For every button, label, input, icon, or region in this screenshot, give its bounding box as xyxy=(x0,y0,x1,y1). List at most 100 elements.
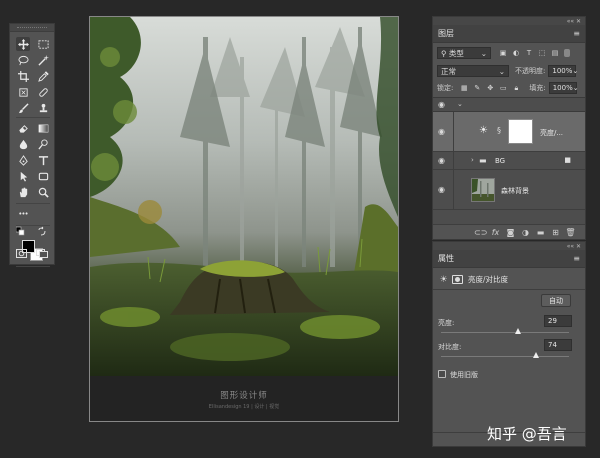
lock-artboard-icon[interactable]: ▭ xyxy=(498,83,508,93)
chevron-down-icon: ⌄ xyxy=(572,67,579,75)
move-tool-icon[interactable] xyxy=(16,37,30,51)
default-colors-icon[interactable] xyxy=(16,226,25,236)
filter-type-select[interactable]: ⚲ 类型 ⌄ xyxy=(437,47,491,59)
frame-tool-icon[interactable] xyxy=(16,85,30,99)
shape-filter-icon[interactable]: ⬚ xyxy=(537,48,547,58)
layer-row-brightness[interactable]: ◉ ☀ § 亮度/... xyxy=(433,112,585,152)
swap-colors-icon[interactable] xyxy=(38,226,47,236)
fill-label: 填充: xyxy=(529,84,546,92)
eye-icon[interactable]: ◉ xyxy=(438,157,448,165)
lock-all-icon[interactable]: 🔒︎ xyxy=(511,83,521,93)
smart-object-filter-icon[interactable]: ▤ xyxy=(550,48,560,58)
fx-icon[interactable]: fx xyxy=(489,228,502,237)
contrast-label: 对比度: xyxy=(438,343,462,351)
new-group-icon[interactable]: ▬ xyxy=(534,228,547,237)
layer-row-forest[interactable]: ◉ 森林背景 xyxy=(433,170,585,210)
filter-row: ⚲ 类型 ⌄ ▣ ◐ T ⬚ ▤ xyxy=(437,47,581,59)
auto-button[interactable]: 自动 xyxy=(541,294,571,307)
zoom-tool-icon[interactable] xyxy=(36,185,50,199)
layers-panel-header: 图层 ≡ xyxy=(433,25,585,43)
layer-name[interactable]: 亮度/... xyxy=(540,128,563,138)
caption-title: 图形设计师 xyxy=(220,391,268,401)
brightness-adjustment-icon[interactable]: ☀ xyxy=(438,274,449,285)
type-tool-icon[interactable] xyxy=(36,153,50,167)
properties-panel-header: 属性 ≡ xyxy=(433,250,585,268)
marquee-tool-icon[interactable] xyxy=(36,37,50,51)
type-filter-icon[interactable]: T xyxy=(524,48,534,58)
hand-tool-icon[interactable] xyxy=(16,185,30,199)
blend-mode-select[interactable]: 正常 ⌄ xyxy=(437,65,509,77)
contrast-track[interactable] xyxy=(441,356,569,357)
shape-tool-icon[interactable] xyxy=(36,169,50,183)
path-selection-tool-icon[interactable] xyxy=(16,169,30,183)
layers-panel-title[interactable]: 图层 xyxy=(438,28,454,39)
crop-tool-icon[interactable] xyxy=(16,69,30,83)
add-mask-icon[interactable]: ◙ xyxy=(504,228,517,237)
layer-name[interactable]: BG xyxy=(495,157,505,165)
layer-thumbnail[interactable] xyxy=(471,178,495,202)
trash-icon[interactable]: 🗑︎ xyxy=(564,228,577,237)
new-layer-icon[interactable]: ⊞ xyxy=(549,228,562,237)
eye-icon[interactable]: ◉ xyxy=(438,186,448,194)
layers-list: ◉ ☀ § 亮度/... ◉ › ▬ BG ■ ◉ 森林背景 xyxy=(433,111,585,225)
lock-transparent-icon[interactable]: ▦ xyxy=(459,83,469,93)
blur-tool-icon[interactable] xyxy=(16,137,30,151)
healing-brush-tool-icon[interactable] xyxy=(36,85,50,99)
properties-panel-title[interactable]: 属性 xyxy=(438,253,454,264)
magic-wand-tool-icon[interactable] xyxy=(36,53,50,67)
filter-toggle[interactable] xyxy=(564,49,570,57)
eye-icon[interactable]: ◉ xyxy=(438,101,448,109)
link-layers-icon[interactable]: ⊂⊃ xyxy=(474,228,487,237)
contrast-slider-thumb[interactable] xyxy=(532,352,539,358)
layers-footer: ⊂⊃ fx ◙ ◑ ▬ ⊞ 🗑︎ xyxy=(433,224,585,239)
document-canvas[interactable]: 图形设计师 Ellisandesign 19 | 设计 | 视觉 xyxy=(89,16,399,422)
eraser-tool-icon[interactable] xyxy=(16,121,30,135)
eyedropper-tool-icon[interactable] xyxy=(36,69,50,83)
opacity-field[interactable]: 100% ⌄ xyxy=(548,65,579,77)
lasso-tool-icon[interactable] xyxy=(16,53,30,67)
edit-toolbar-icon[interactable]: ••• xyxy=(16,207,30,221)
opacity-label: 不透明度: xyxy=(515,67,546,75)
fill-field[interactable]: 100% ⌄ xyxy=(548,82,579,94)
pixel-filter-icon[interactable]: ▣ xyxy=(498,48,508,58)
brightness-field[interactable]: 29 xyxy=(544,315,572,327)
adjustment-name: 亮度/对比度 xyxy=(468,275,509,284)
pen-tool-icon[interactable] xyxy=(16,153,30,167)
eye-icon[interactable]: ◉ xyxy=(438,128,448,136)
use-legacy-checkbox[interactable] xyxy=(438,370,446,378)
layer-mask-thumbnail[interactable] xyxy=(508,119,533,144)
lock-icon: ■ xyxy=(564,156,571,164)
contrast-field[interactable]: 74 xyxy=(544,339,572,351)
screen-mode-icon-button[interactable] xyxy=(36,249,48,258)
filter-icons: ▣ ◐ T ⬚ ▤ xyxy=(495,48,560,58)
dodge-tool-icon[interactable] xyxy=(36,137,50,151)
brightness-slider-thumb[interactable] xyxy=(514,328,521,334)
adjustment-filter-icon[interactable]: ◐ xyxy=(511,48,521,58)
properties-panel-grip[interactable]: «« ✕ xyxy=(433,242,585,250)
lock-position-icon[interactable]: ✥ xyxy=(485,83,495,93)
caption-subtitle: Ellisandesign 19 | 设计 | 视觉 xyxy=(208,404,280,410)
panel-menu-icon[interactable]: ≡ xyxy=(573,254,580,263)
properties-panel: «« ✕ 属性 ≡ ☀ 亮度/对比度 自动 亮度: 29 对比度: 74 使用旧… xyxy=(432,241,586,447)
panel-menu-icon[interactable]: ≡ xyxy=(573,29,580,38)
chevron-down-icon[interactable]: ⌄ xyxy=(457,100,463,108)
chevron-right-icon[interactable]: › xyxy=(471,156,474,164)
mask-icon[interactable] xyxy=(452,275,463,284)
brightness-label: 亮度: xyxy=(438,319,455,327)
gradient-tool-icon[interactable] xyxy=(36,121,50,135)
brush-tool-icon[interactable] xyxy=(16,101,30,115)
quick-mask-mode-toggle[interactable] xyxy=(16,249,27,258)
forest-photo xyxy=(90,17,398,376)
brightness-track[interactable] xyxy=(441,332,569,333)
chevron-down-icon: ⌄ xyxy=(572,84,579,92)
tools-panel-grip[interactable] xyxy=(10,24,54,32)
layer-row-bg-group[interactable]: ◉ › ▬ BG ■ xyxy=(433,152,585,170)
lock-image-icon[interactable]: ✎ xyxy=(472,83,482,93)
link-icon[interactable]: § xyxy=(497,126,501,135)
new-adjustment-icon[interactable]: ◑ xyxy=(519,228,532,237)
clone-stamp-tool-icon[interactable] xyxy=(36,101,50,115)
adjustment-type-row: ☀ 亮度/对比度 xyxy=(438,274,508,285)
layers-panel-grip[interactable]: «« ✕ xyxy=(433,17,585,25)
layers-list-header: ◉ ⌄ xyxy=(433,97,585,111)
layer-name[interactable]: 森林背景 xyxy=(501,186,529,196)
